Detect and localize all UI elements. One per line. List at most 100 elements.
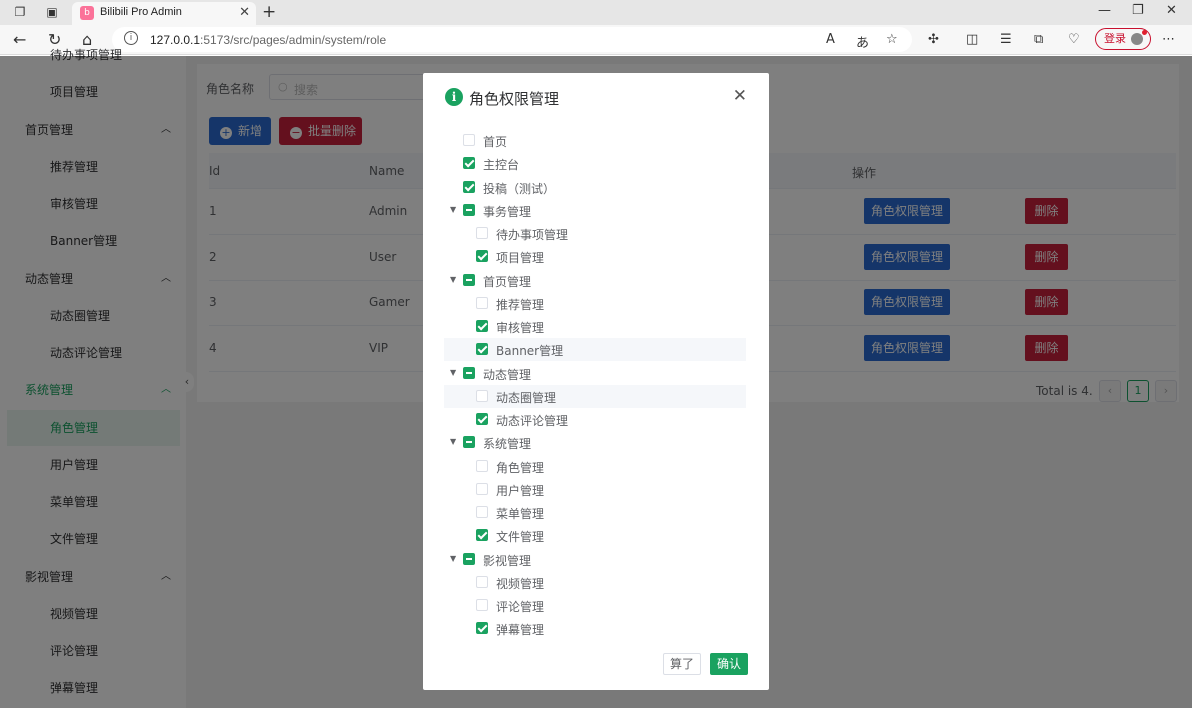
tree-node[interactable]: ▼ 动态管理 xyxy=(444,362,746,385)
tree-node-label: 推荐管理 xyxy=(496,297,545,312)
tree-node-label: 审核管理 xyxy=(496,321,545,335)
tree-node[interactable]: ▼ 影视管理 xyxy=(444,548,746,571)
favorites-icon[interactable]: ☰ xyxy=(1000,32,1012,47)
tree-node-label: 视频管理 xyxy=(496,576,545,591)
minimize-icon[interactable]: — xyxy=(1098,3,1111,18)
dialog-title: 角色权限管理 xyxy=(469,90,560,108)
tree-node-label: 首页 xyxy=(483,135,508,149)
tree-checkbox[interactable] xyxy=(476,320,488,332)
extensions-icon[interactable]: ✣ xyxy=(928,32,939,47)
caret-down-icon[interactable]: ▼ xyxy=(450,275,456,284)
workspaces-icon[interactable]: ❐ xyxy=(12,4,28,20)
more-icon[interactable]: ⋯ xyxy=(1162,32,1175,47)
tree-checkbox[interactable] xyxy=(476,506,488,518)
caret-down-icon[interactable]: ▼ xyxy=(450,554,456,563)
tree-node[interactable]: 动态评论管理 xyxy=(444,408,746,431)
bilibili-favicon-icon: b xyxy=(80,6,94,20)
tree-checkbox[interactable] xyxy=(476,575,488,588)
restore-icon[interactable]: ❐ xyxy=(1132,3,1144,18)
tree-checkbox[interactable] xyxy=(476,343,488,356)
tree-checkbox[interactable] xyxy=(476,296,488,309)
tree-node-label: 评论管理 xyxy=(496,600,545,614)
translate-icon[interactable]: あ xyxy=(856,32,869,51)
tree-node[interactable]: Banner管理 xyxy=(444,338,746,362)
tree-node-label: 项目管理 xyxy=(496,251,545,266)
tree-checkbox[interactable] xyxy=(476,389,488,402)
tree-checkbox[interactable] xyxy=(463,552,475,565)
tree-checkbox[interactable] xyxy=(476,459,488,472)
tree-node[interactable]: ▼ 系统管理 xyxy=(444,431,746,454)
url-field[interactable]: i 127.0.0.1:5173/src/pages/admin/system/… xyxy=(112,27,912,52)
caret-down-icon[interactable]: ▼ xyxy=(450,437,456,446)
new-tab-icon[interactable]: + xyxy=(262,2,276,22)
tree-node[interactable]: 评论管理 xyxy=(444,594,746,617)
tree-node[interactable]: 用户管理 xyxy=(444,478,746,501)
tree-checkbox[interactable] xyxy=(476,482,488,495)
confirm-button[interactable]: 确认 xyxy=(710,653,748,675)
tree-checkbox[interactable] xyxy=(476,413,488,425)
tree-node[interactable]: 投稿（测试） xyxy=(444,176,746,199)
tree-node[interactable]: 主控台 xyxy=(444,152,746,175)
tree-node[interactable]: 动态圈管理 xyxy=(444,384,746,408)
tree-node-label: 文件管理 xyxy=(496,530,545,545)
tree-node-label: 动态圈管理 xyxy=(496,390,557,405)
split-screen-icon[interactable]: ◫ xyxy=(966,32,978,47)
tree-node-label: 角色管理 xyxy=(496,460,545,475)
tree-node-label: 弹幕管理 xyxy=(496,623,545,638)
caret-down-icon[interactable]: ▼ xyxy=(450,205,456,214)
tree-checkbox[interactable] xyxy=(463,157,475,170)
tree-node-label: 用户管理 xyxy=(496,483,545,498)
tree-node[interactable]: 视频管理 xyxy=(444,571,746,594)
tree-checkbox[interactable] xyxy=(463,436,475,449)
collections-icon[interactable]: ⧉ xyxy=(1034,32,1043,47)
profile-avatar-icon xyxy=(1131,33,1143,45)
tree-checkbox[interactable] xyxy=(463,366,475,379)
tree-checkbox[interactable] xyxy=(463,180,475,193)
tree-node-label: 动态管理 xyxy=(483,367,532,382)
tab-close-icon[interactable]: ✕ xyxy=(239,5,250,20)
tree-node-label: 投稿（测试） xyxy=(483,181,556,196)
login-label: 登录 xyxy=(1104,32,1126,45)
browser-tab-bar: ❐ ▣ b Bilibili Pro Admin ✕ + — ❐ ✕ xyxy=(0,0,1192,25)
tree-checkbox[interactable] xyxy=(476,227,488,239)
caret-down-icon[interactable]: ▼ xyxy=(450,368,456,377)
tree-node[interactable]: 推荐管理 xyxy=(444,292,746,315)
tree-node-label: 动态评论管理 xyxy=(496,414,569,428)
tree-checkbox[interactable] xyxy=(476,622,488,635)
permission-dialog: i 角色权限管理 ✕ 首页主控台投稿（测试） ▼ 事务管理待办事项管理 项目管理 ▼ 首页… xyxy=(423,73,769,690)
dialog-close-icon[interactable]: ✕ xyxy=(733,86,747,106)
favorite-star-icon[interactable]: ☆ xyxy=(886,32,898,47)
tree-node[interactable]: 角色管理 xyxy=(444,455,746,478)
browser-tab[interactable]: b Bilibili Pro Admin ✕ xyxy=(72,2,256,25)
performance-icon[interactable]: ♡ xyxy=(1068,32,1080,47)
tree-node[interactable]: 待办事项管理 xyxy=(444,222,746,245)
tree-node[interactable]: 菜单管理 xyxy=(444,501,746,524)
tree-node-label: 系统管理 xyxy=(483,437,532,452)
tree-node-label: 影视管理 xyxy=(483,553,532,568)
tree-checkbox[interactable] xyxy=(463,134,475,146)
info-icon: i xyxy=(445,88,463,106)
tab-title: Bilibili Pro Admin xyxy=(100,6,182,18)
tree-checkbox[interactable] xyxy=(476,529,488,542)
tree-node-label: 首页管理 xyxy=(483,274,532,289)
tree-node[interactable]: 项目管理 xyxy=(444,245,746,268)
tree-checkbox[interactable] xyxy=(463,273,475,286)
login-button[interactable]: 登录 xyxy=(1095,28,1151,50)
tab-actions-icon[interactable]: ▣ xyxy=(44,4,60,20)
tree-node-label: Banner管理 xyxy=(496,344,564,359)
tree-checkbox[interactable] xyxy=(476,250,488,263)
tree-node-label: 主控台 xyxy=(483,158,520,173)
tree-checkbox[interactable] xyxy=(476,599,488,611)
tree-node[interactable]: 审核管理 xyxy=(444,315,746,338)
read-aloud-icon[interactable]: A xyxy=(826,32,835,47)
tree-node-label: 待办事项管理 xyxy=(496,228,569,242)
notification-dot xyxy=(1142,30,1147,35)
tree-node[interactable]: ▼ 首页管理 xyxy=(444,269,746,292)
tree-node[interactable]: ▼ 事务管理 xyxy=(444,199,746,222)
tree-checkbox[interactable] xyxy=(463,203,475,216)
tree-node[interactable]: 弹幕管理 xyxy=(444,617,746,640)
tree-node[interactable]: 文件管理 xyxy=(444,524,746,547)
tree-node[interactable]: 首页 xyxy=(444,129,746,152)
close-window-icon[interactable]: ✕ xyxy=(1166,3,1177,18)
cancel-button[interactable]: 算了 xyxy=(663,653,701,675)
